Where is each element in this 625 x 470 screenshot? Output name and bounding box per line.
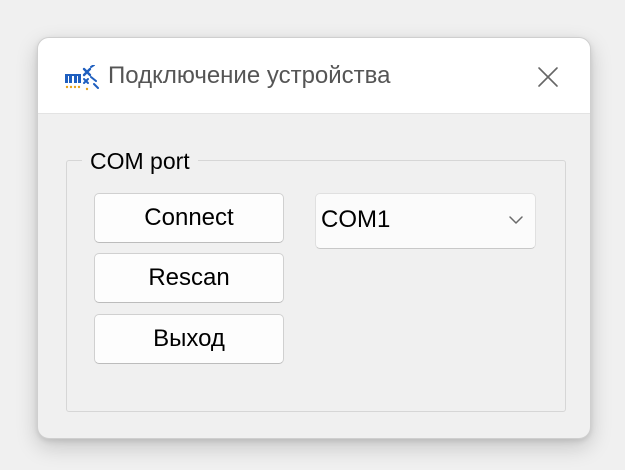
connect-device-dialog: Подключение устройства COM port Connect … xyxy=(37,37,591,439)
com-port-select[interactable]: COM1 xyxy=(315,193,536,249)
exit-button[interactable]: Выход xyxy=(94,314,284,364)
com-port-select-value: COM1 xyxy=(321,206,391,233)
close-button[interactable] xyxy=(525,55,571,99)
title-bar[interactable]: Подключение устройства xyxy=(38,38,590,114)
chevron-down-icon xyxy=(509,216,523,224)
com-port-group-title: COM port xyxy=(82,147,198,175)
rescan-button[interactable]: Rescan xyxy=(94,253,284,303)
close-icon xyxy=(538,67,558,87)
window-title: Подключение устройства xyxy=(108,62,391,89)
connect-button[interactable]: Connect xyxy=(94,193,284,243)
app-logo-icon xyxy=(65,64,99,93)
